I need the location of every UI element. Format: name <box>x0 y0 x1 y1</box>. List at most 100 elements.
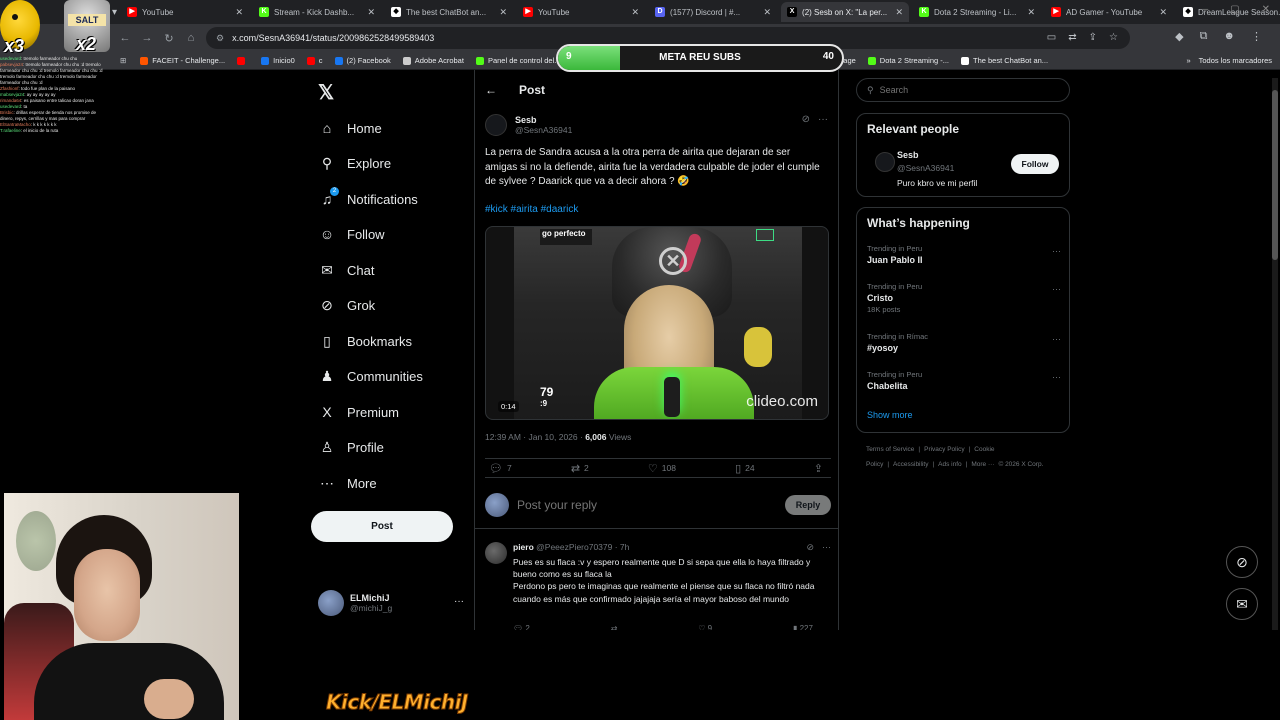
account-switcher[interactable]: ELMichiJ @michiJ_g ··· <box>318 588 468 618</box>
relevant-name[interactable]: Sesb <box>897 150 919 160</box>
grok-icon[interactable]: ⊘ <box>802 114 810 125</box>
browser-tab[interactable]: X (2) Sesb on X: "La per... ✕ <box>781 2 910 22</box>
bookmark-item[interactable]: Dota 2 Streaming -... <box>867 56 949 65</box>
bookmark-item[interactable]: The best ChatBot an... <box>961 56 1048 65</box>
x-logo-icon[interactable]: 𝕏 <box>318 80 334 105</box>
apps-grid-icon[interactable]: ⊞ <box>120 56 126 65</box>
repost-action[interactable]: ⇄ 2 <box>571 462 589 475</box>
bookmark-item[interactable]: Inicio0 <box>261 56 295 65</box>
home-browser-icon[interactable]: ⌂ <box>180 32 202 44</box>
bookmark-item[interactable]: Adobe Acrobat <box>402 56 464 65</box>
browser-tab[interactable]: ▶ YouTube ✕ <box>121 2 249 22</box>
scrollbar-thumb[interactable] <box>1272 90 1278 260</box>
post-more-icon[interactable]: ··· <box>818 114 828 125</box>
browser-tab[interactable]: ◆ The best ChatBot an... ✕ <box>385 2 513 22</box>
forward-icon[interactable]: → <box>136 32 158 44</box>
reload-icon[interactable]: ↻ <box>158 32 180 45</box>
tab-close-icon[interactable]: ✕ <box>499 7 507 18</box>
reply-reply-action[interactable]: 💬︎ 2 <box>513 624 530 630</box>
tab-close-icon[interactable]: ✕ <box>367 7 375 18</box>
relevant-handle[interactable]: @SesnA36941 <box>897 163 954 173</box>
back-arrow-icon[interactable]: ← <box>485 83 505 97</box>
tab-close-icon[interactable]: ✕ <box>1159 7 1167 18</box>
bookmark-action[interactable]: ▯ 24 <box>735 462 755 475</box>
reply-button[interactable]: Reply <box>785 495 831 515</box>
post-video[interactable]: ✕ go perfecto 79 :9 0:14 clideo.com <box>485 226 829 420</box>
browser-tab[interactable]: K Stream - Kick Dashb... ✕ <box>253 2 381 22</box>
trend-more-icon[interactable]: ··· <box>1052 246 1061 256</box>
relevant-avatar[interactable] <box>875 152 895 172</box>
browser-menu-icon[interactable]: ⋮ <box>1251 30 1262 43</box>
bookmark-item[interactable] <box>237 56 249 65</box>
like-action[interactable]: ♡ 108 <box>648 462 676 475</box>
trend-more-icon[interactable]: ··· <box>1052 284 1061 294</box>
browser-tab[interactable]: D (1577) Discord | #... ✕ <box>649 2 777 22</box>
share-action[interactable]: ⇪ <box>814 462 827 475</box>
back-icon[interactable]: ← <box>114 32 136 44</box>
site-info-icon[interactable]: ⚙ <box>216 33 224 44</box>
sidebar-item-grok[interactable]: ⊘ Grok <box>318 293 375 317</box>
sidebar-item-home[interactable]: ⌂ Home <box>318 116 382 140</box>
tab-close-icon[interactable]: ✕ <box>1027 7 1035 18</box>
footer-link[interactable]: More ··· <box>971 461 994 468</box>
reply-more-icon[interactable]: ··· <box>822 542 831 553</box>
post-button[interactable]: Post <box>311 511 453 542</box>
reply-repost-action[interactable]: ⇄ <box>611 624 618 630</box>
sidebar-item-notifications[interactable]: ♫ 2 Notifications <box>318 187 418 211</box>
reply-author-avatar[interactable] <box>485 542 507 564</box>
sidebar-item-chat[interactable]: ✉ Chat <box>318 258 374 282</box>
trend-more-icon[interactable]: ··· <box>1052 372 1061 382</box>
author-avatar[interactable] <box>485 114 507 136</box>
footer-link[interactable]: Accessibility <box>893 461 928 468</box>
browser-tab[interactable]: ▶ AD Gamer - YouTube ✕ <box>1045 2 1173 22</box>
extension-icon[interactable]: ◆ <box>1175 30 1183 43</box>
minimize-icon[interactable]: – <box>1203 4 1209 15</box>
bookmark-item[interactable]: c <box>306 56 323 65</box>
tab-close-icon[interactable]: ✕ <box>895 7 903 18</box>
author-name[interactable]: Sesb <box>515 115 572 125</box>
reply-views-action[interactable]: ▮ 227 <box>793 624 813 630</box>
post-hashtags[interactable]: #kick #airita #daarick <box>485 204 578 215</box>
all-bookmarks-folder[interactable]: Todos los marcadores <box>1199 56 1272 65</box>
browser-tab[interactable]: K Dota 2 Streaming - Li... ✕ <box>913 2 1041 22</box>
maximize-icon[interactable]: ▢ <box>1230 4 1239 15</box>
browser-tab[interactable]: ▶ YouTube ✕ <box>517 2 645 22</box>
sidebar-item-premium[interactable]: X Premium <box>318 400 399 424</box>
bookmark-item[interactable]: FACEIT - Challenge... <box>140 56 225 65</box>
grok-icon[interactable]: ⊘ <box>806 542 814 553</box>
reply-author-handle[interactable]: @PeeezPiero70379 · 7h <box>536 542 629 552</box>
sidebar-item-communities[interactable]: ♟ Communities <box>318 364 423 388</box>
post-timestamp[interactable]: 12:39 AM · Jan 10, 2026 · <box>485 432 585 442</box>
bookmarks-overflow-icon[interactable]: » <box>1186 56 1190 65</box>
bookmark-item[interactable]: Panel de control del... <box>475 56 561 65</box>
trend-item[interactable]: Trending in Peru Juan Pablo II ··· <box>867 244 1061 265</box>
profile-browser-icon[interactable]: ☻ <box>1223 30 1235 43</box>
reply-author-name[interactable]: piero <box>513 542 534 552</box>
tab-close-icon[interactable]: ✕ <box>235 7 243 18</box>
sidebar-item-more[interactable]: ⋯ More <box>318 471 377 495</box>
more-dots-icon[interactable]: ··· <box>454 596 464 607</box>
sidebar-item-explore[interactable]: ⚲ Explore <box>318 151 391 175</box>
post-author[interactable]: Sesb @SesnA36941 <box>485 114 572 136</box>
reply-input[interactable] <box>517 498 785 512</box>
footer-link[interactable]: Privacy Policy <box>924 446 964 453</box>
cast-icon[interactable]: ▭ <box>1047 32 1056 43</box>
share-icon[interactable]: ⇪ <box>1089 32 1097 43</box>
sidebar-item-follow[interactable]: ☺ Follow <box>318 222 385 246</box>
reply-like-action[interactable]: ♡ 9 <box>698 624 712 630</box>
reply-action[interactable]: 💬︎ 7 <box>489 462 512 475</box>
footer-link[interactable]: Ads info <box>938 461 962 468</box>
messages-fab-icon[interactable]: ✉ <box>1226 588 1258 620</box>
sidebar-item-profile[interactable]: ♙ Profile <box>318 435 384 459</box>
show-more-link[interactable]: Show more <box>867 410 913 420</box>
trend-item[interactable]: Trending in Peru Cristo 18K posts ··· <box>867 282 1061 314</box>
close-window-icon[interactable]: ✕ <box>1262 4 1270 15</box>
footer-link[interactable]: Terms of Service <box>866 446 914 453</box>
author-handle[interactable]: @SesnA36941 <box>515 125 572 135</box>
bookmark-item[interactable]: (2) Facebook <box>334 56 391 65</box>
trend-more-icon[interactable]: ··· <box>1052 334 1061 344</box>
search-input[interactable] <box>879 85 1050 95</box>
star-icon[interactable]: ☆ <box>1109 32 1118 43</box>
trend-item[interactable]: Trending in Rímac #yosoy ··· <box>867 332 1061 353</box>
sidebar-item-bookmarks[interactable]: ▯ Bookmarks <box>318 329 412 353</box>
